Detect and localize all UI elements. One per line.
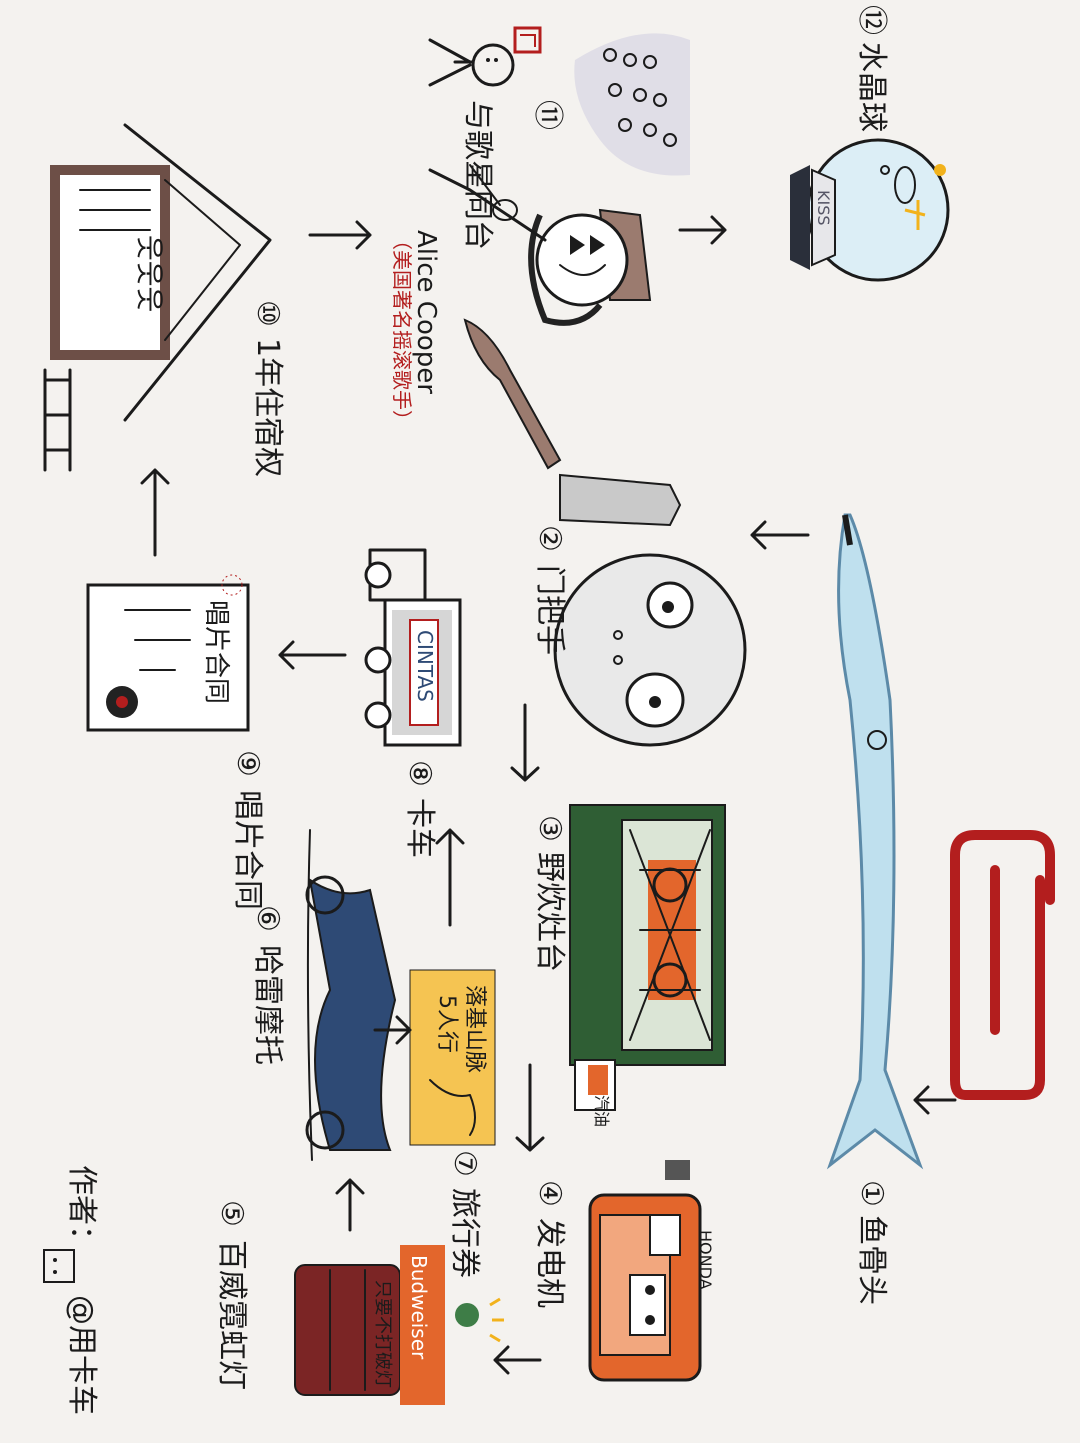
record-contract-illustration: 唱片合同 [86,574,250,732]
item-8-number: ⑧ [402,760,437,787]
item-6-label: 哈雷摩托 [250,945,285,1065]
harley-motorcycle-illustration [305,829,397,1161]
alice-cooper-name: Alice Cooper [411,230,441,394]
singer-stick-figure [428,26,542,87]
arrow-5-to-6 [335,1178,365,1232]
ticket-line-2: 5人行 [434,995,459,1053]
fuel-can-illustration: 汽油 [574,1059,616,1127]
item-7-number: ⑦ [447,1150,482,1177]
diagram-canvas: KISS ⑫ 水晶球 ⑪ 与歌星同台 Alice Cooper （美国著名摇滚歌… [43,5,1055,1415]
crowd-illustration [574,33,690,176]
arrow-clip-to-1 [913,1085,957,1115]
arrow-9-to-10 [140,468,170,557]
fish-bone-illustration [826,513,924,1170]
item-9-number: ⑨ [230,750,265,777]
travel-voucher-illustration: 落基山脉 5人行 [409,969,496,1146]
truck-illustration: CINTAS [364,548,462,747]
item-1-label: 鱼骨头 [854,1215,889,1305]
item-9-label: 唱片合同 [230,790,265,910]
truck-brand: CINTAS [413,630,437,702]
item-7-label: 旅行券 [447,1188,482,1278]
item-3-label: 野炊灶台 [532,852,567,972]
alice-cooper-note: （美国著名摇滚歌手） [390,230,414,430]
item-1-number: ① [854,1180,889,1207]
author-label: 作者： [64,1165,99,1255]
arrow-2-to-3 [510,703,540,782]
item-10-number: ⑩ [250,300,285,327]
neon-subtitle: 只要不打破灯 [372,1280,393,1388]
author-signature: @用卡车 [64,1295,99,1415]
arrow-3-to-4 [515,1063,545,1152]
camping-stove-illustration [569,804,726,1066]
item-11-number: ⑪ [530,100,565,130]
item-5-number: ⑤ [214,1200,249,1227]
arrow-1-to-2 [750,520,810,550]
item-4-label: 发电机 [532,1218,567,1308]
arrow-4-to-5 [493,1345,542,1375]
item-5-label: 百威霓虹灯 [214,1240,249,1390]
item-12-number: ⑫ [854,5,889,35]
neon-brand: Budweiser [407,1255,431,1360]
contract-title: 唱片合同 [201,600,231,704]
arrow-11-to-12 [678,215,727,245]
generator-illustration: HONDA [588,1160,715,1382]
crystal-ball-illustration: KISS [790,138,950,282]
generator-brand: HONDA [696,1230,715,1290]
door-knob-illustration [553,473,747,747]
house-illustration: 웃웃웃 [43,123,272,472]
arrow-10-to-11 [308,220,372,250]
item-4-number: ④ [532,1180,567,1207]
item-2-number: ② [532,525,567,552]
paper-clip-illustration [950,830,1055,1100]
svg-text:웃웃웃: 웃웃웃 [133,235,166,312]
item-12-label: 水晶球 [854,42,889,132]
crystal-ball-brand: KISS [814,190,833,226]
trade-up-diagram: KISS ⑫ 水晶球 ⑪ 与歌星同台 Alice Cooper （美国著名摇滚歌… [0,0,1080,1439]
item-3-number: ③ [532,815,567,842]
fuel-label: 汽油 [592,1095,611,1127]
item-8-label: 卡车 [402,798,437,858]
ticket-line-1: 落基山脉 [462,985,487,1073]
item-10-label: 1年住宿权 [250,338,285,477]
arrow-8-to-9 [278,640,347,670]
arrow-7-to-8 [435,828,465,927]
item-2-label: 门把手 [532,565,567,655]
